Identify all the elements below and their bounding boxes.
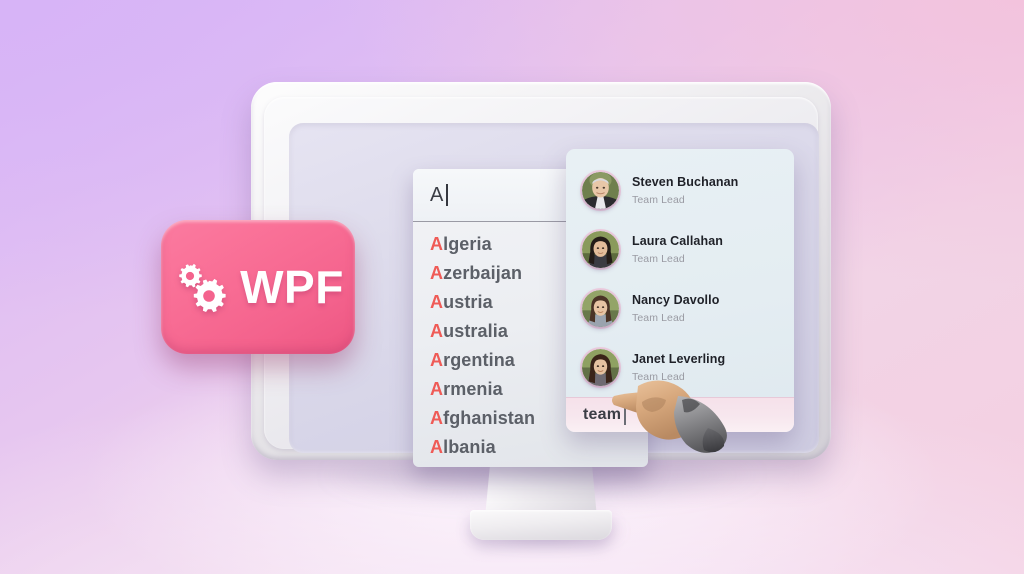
gears-icon: [172, 258, 230, 316]
list-item[interactable]: Laura Callahan Team Lead: [566, 220, 794, 279]
avatar: [582, 172, 619, 209]
list-item-label: fghanistan: [443, 408, 536, 428]
list-item-label: lgeria: [443, 234, 492, 254]
text-caret: [445, 184, 448, 206]
match-highlight: A: [430, 263, 444, 283]
match-highlight: A: [430, 408, 444, 428]
person-info: Steven Buchanan Team Lead: [632, 175, 738, 206]
match-highlight: A: [430, 350, 444, 370]
country-search-value: A: [430, 183, 444, 206]
person-info: Laura Callahan Team Lead: [632, 234, 723, 265]
person-info: Nancy Davollo Team Lead: [632, 293, 719, 324]
person-name: Nancy Davollo: [632, 293, 720, 307]
list-item-label: ustria: [443, 292, 493, 312]
match-highlight: A: [430, 379, 444, 399]
avatar: [582, 231, 619, 268]
wpf-badge-label: WPF: [240, 261, 344, 313]
person-role: Team Lead: [632, 312, 685, 324]
match-highlight: A: [430, 234, 444, 254]
list-item-label: rmenia: [443, 379, 503, 399]
list-item[interactable]: Nancy Davollo Team Lead: [566, 279, 794, 338]
person-role: Team Lead: [632, 194, 685, 206]
monitor-stand-base: [470, 510, 612, 540]
hand-pointer-cursor: [608, 352, 743, 457]
list-item[interactable]: Steven Buchanan Team Lead: [566, 161, 794, 220]
match-highlight: A: [430, 292, 444, 312]
person-name: Steven Buchanan: [632, 175, 739, 189]
match-highlight: A: [430, 321, 444, 341]
match-highlight: A: [430, 437, 444, 457]
list-item-label: zerbaijan: [443, 263, 523, 283]
list-item-label: lbania: [443, 437, 496, 457]
person-name: Laura Callahan: [632, 234, 724, 248]
list-item-label: rgentina: [443, 350, 515, 370]
avatar: [582, 290, 619, 327]
list-item-label: ustralia: [443, 321, 508, 341]
wpf-badge: WPF: [161, 220, 355, 354]
person-role: Team Lead: [632, 253, 685, 265]
